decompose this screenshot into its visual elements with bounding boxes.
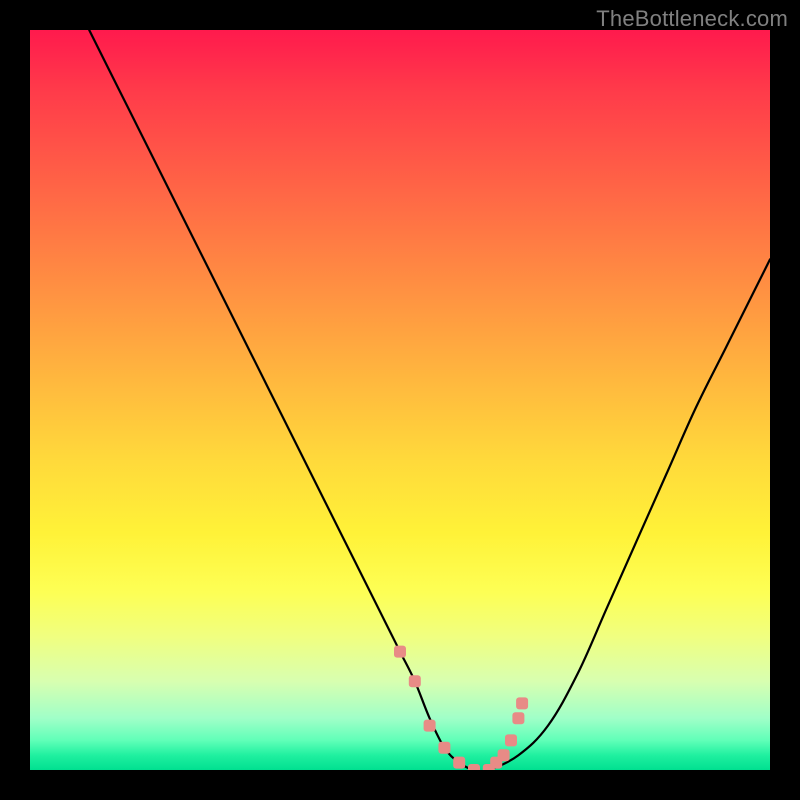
curve-marker bbox=[394, 646, 406, 658]
curve-marker bbox=[516, 697, 528, 709]
marker-group bbox=[394, 646, 528, 770]
chart-frame: TheBottleneck.com bbox=[0, 0, 800, 800]
curve-layer bbox=[30, 30, 770, 770]
curve-marker bbox=[512, 712, 524, 724]
bottleneck-curve bbox=[89, 30, 770, 770]
curve-marker bbox=[424, 720, 436, 732]
curve-marker bbox=[498, 749, 510, 761]
curve-marker bbox=[453, 757, 465, 769]
curve-marker bbox=[468, 764, 480, 770]
plot-area bbox=[30, 30, 770, 770]
curve-marker bbox=[505, 734, 517, 746]
curve-marker bbox=[409, 675, 421, 687]
watermark-text: TheBottleneck.com bbox=[596, 6, 788, 32]
curve-marker bbox=[438, 742, 450, 754]
